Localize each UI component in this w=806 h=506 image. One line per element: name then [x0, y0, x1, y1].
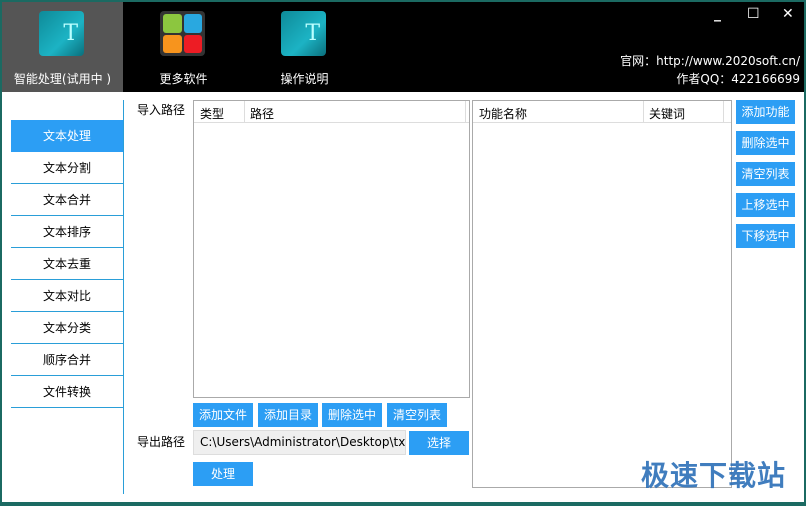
list-header: 类型 路径 [194, 101, 469, 123]
sidebar-item-file-convert[interactable]: 文件转换 [11, 376, 123, 408]
import-file-list[interactable]: 类型 路径 [193, 100, 470, 398]
add-file-button[interactable]: 添加文件 [193, 403, 253, 427]
minimize-icon[interactable]: _ [714, 6, 721, 22]
sidebar-divider [123, 100, 124, 494]
delete-selected-button[interactable]: 删除选中 [322, 403, 382, 427]
select-path-button[interactable]: 选择 [409, 431, 469, 455]
sidebar-item-order-merge[interactable]: 顺序合并 [11, 344, 123, 376]
export-path-label: 导出路径 [137, 435, 186, 449]
column-path[interactable]: 路径 [250, 105, 274, 122]
column-keyword[interactable]: 关键词 [649, 105, 685, 122]
header-bar: T 智能处理(试用中 ) 更多软件 T 操作说明 _ ☐ ✕ 官网：http:/… [2, 2, 804, 92]
app-statue-icon: T [281, 11, 326, 56]
maximize-icon[interactable]: ☐ [747, 6, 760, 22]
sidebar-item-text-classify[interactable]: 文本分类 [11, 312, 123, 344]
function-list[interactable]: 功能名称 关键词 [472, 100, 732, 488]
export-path-input[interactable]: C:\Users\Administrator\Desktop\txtd [193, 430, 406, 455]
tab-smart-process[interactable]: T 智能处理(试用中 ) [2, 2, 123, 92]
column-type[interactable]: 类型 [200, 105, 224, 122]
tab-label: 更多软件 [159, 72, 208, 86]
tab-more-software[interactable]: 更多软件 [123, 2, 244, 92]
windows-tiles-icon [160, 11, 205, 56]
sidebar-item-text-compare[interactable]: 文本对比 [11, 280, 123, 312]
tab-label: 操作说明 [280, 72, 329, 86]
process-button[interactable]: 处理 [193, 462, 253, 486]
author-qq-text: 作者QQ：422166699 [676, 72, 800, 86]
add-function-button[interactable]: 添加功能 [736, 100, 795, 124]
sidebar-item-text-process[interactable]: 文本处理 [11, 120, 123, 152]
watermark-logo: 极速下载站 [640, 459, 786, 492]
website-text: 官网：http://www.2020soft.cn/ [620, 54, 800, 68]
tab-label: 智能处理(试用中 ) [13, 72, 112, 86]
move-down-button[interactable]: 下移选中 [736, 224, 795, 248]
import-path-label: 导入路径 [137, 103, 186, 117]
sidebar-item-text-merge[interactable]: 文本合并 [11, 184, 123, 216]
sidebar-item-text-dedupe[interactable]: 文本去重 [11, 248, 123, 280]
column-function-name[interactable]: 功能名称 [479, 105, 527, 122]
tab-instructions[interactable]: T 操作说明 [244, 2, 365, 92]
list-header: 功能名称 关键词 [473, 101, 731, 123]
clear-function-list-button[interactable]: 清空列表 [736, 162, 795, 186]
close-icon[interactable]: ✕ [782, 6, 794, 22]
move-up-button[interactable]: 上移选中 [736, 193, 795, 217]
delete-selected-function-button[interactable]: 删除选中 [736, 131, 795, 155]
sidebar: 文本处理 文本分割 文本合并 文本排序 文本去重 文本对比 文本分类 顺序合并 … [11, 120, 123, 408]
main-window: T 智能处理(试用中 ) 更多软件 T 操作说明 _ ☐ ✕ 官网：http:/… [2, 2, 804, 502]
app-statue-icon: T [39, 11, 84, 56]
add-directory-button[interactable]: 添加目录 [258, 403, 318, 427]
clear-list-button[interactable]: 清空列表 [387, 403, 447, 427]
sidebar-item-text-split[interactable]: 文本分割 [11, 152, 123, 184]
sidebar-item-text-sort[interactable]: 文本排序 [11, 216, 123, 248]
